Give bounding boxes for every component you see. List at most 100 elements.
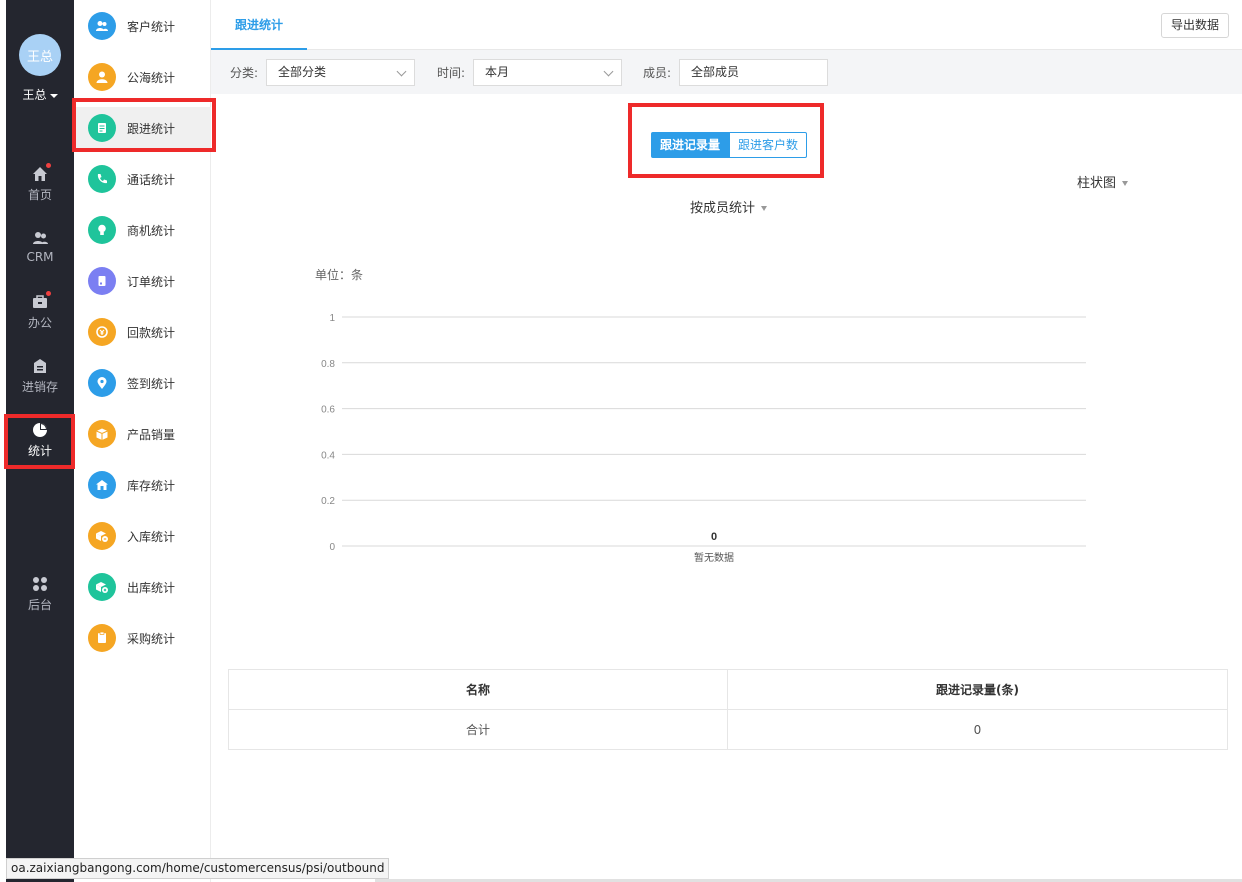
- subnav-item-opportunity[interactable]: 商机统计: [74, 209, 211, 251]
- table-cell-records: 0: [727, 709, 1228, 750]
- subnav-label: 产品销量: [127, 427, 176, 442]
- avatar[interactable]: 王总: [19, 34, 61, 76]
- caret-down-icon: [761, 206, 768, 211]
- warehouse-icon: [32, 358, 48, 374]
- nav-item-crm[interactable]: CRM: [6, 230, 74, 280]
- nav-label: 后台: [27, 598, 52, 612]
- subnav-label: 采购统计: [127, 631, 176, 646]
- table-cell-name: 合计: [228, 709, 728, 750]
- x-category-label: 暂无数据: [694, 551, 734, 564]
- location-icon: [88, 369, 116, 397]
- briefcase-icon: [32, 291, 51, 310]
- chevron-down-icon: [603, 66, 614, 77]
- filter-bar: 分类: 全部分类 时间: 本月 成员: 全部成员: [211, 50, 1242, 94]
- highlight-box: [4, 414, 75, 469]
- statistics-table: 名称 跟进记录量(条) 合计 0: [228, 669, 1228, 750]
- y-tick-label: 0.6: [321, 405, 335, 416]
- member-value: 全部成员: [691, 65, 740, 79]
- lightbulb-icon: [88, 216, 116, 244]
- nav-label: 办公: [27, 316, 52, 330]
- nav-label: 首页: [27, 188, 52, 202]
- caret-down-icon: [49, 93, 58, 98]
- group-by-dropdown[interactable]: 按成员统计: [690, 197, 768, 216]
- y-tick-label: 0.8: [321, 359, 335, 370]
- highlight-box: [628, 103, 824, 178]
- subnav-item-payments[interactable]: 回款统计: [74, 311, 211, 353]
- unit-label: 单位：条: [315, 267, 363, 282]
- nav-item-office[interactable]: 办公: [6, 291, 74, 344]
- followup-bar-chart: 1 0.8 0.6 0.4 0.2 0 0 暂无数据 单位：条: [315, 267, 1086, 564]
- y-tick-label: 0.2: [321, 496, 335, 507]
- table-header-row: 名称 跟进记录量(条): [228, 669, 1228, 710]
- phone-icon: [88, 165, 116, 193]
- time-select[interactable]: 本月: [473, 59, 622, 86]
- subnav-label: 签到统计: [127, 376, 176, 391]
- tab-bar: 跟进统计 导出数据: [211, 0, 1242, 50]
- avatar-text: 王总: [26, 49, 53, 65]
- column-header-records: 跟进记录量(条): [727, 669, 1228, 710]
- y-tick-label: 0.4: [321, 450, 335, 461]
- y-tick-label: 1: [329, 313, 335, 324]
- subnav-label: 商机统计: [127, 223, 176, 238]
- grid-icon: [32, 576, 48, 592]
- customer-icon: [88, 12, 116, 40]
- group-by-label: 按成员统计: [690, 201, 756, 216]
- subnav-item-checkin[interactable]: 签到统计: [74, 362, 211, 404]
- subnav-label: 库存统计: [127, 478, 176, 493]
- export-data-button[interactable]: 导出数据: [1161, 13, 1229, 38]
- member-select[interactable]: 全部成员: [679, 59, 828, 86]
- y-tick-label: 0: [329, 542, 335, 553]
- chevron-down-icon: [396, 66, 407, 77]
- status-url: oa.zaixiangbangong.com/home/customercens…: [6, 858, 390, 879]
- table-row: 合计 0: [228, 709, 1228, 750]
- highlight-box: [72, 98, 216, 152]
- users-icon: [32, 230, 48, 246]
- stock-icon: [88, 471, 116, 499]
- bar-value-label: 0: [711, 531, 717, 543]
- subnav-item-outbound[interactable]: 出库统计: [74, 566, 211, 608]
- category-value: 全部分类: [278, 65, 327, 79]
- outbound-icon: [88, 573, 116, 601]
- notification-dot: [46, 291, 51, 296]
- time-label: 时间:: [437, 66, 466, 80]
- nav-item-inventory[interactable]: 进销存: [6, 358, 74, 408]
- subnav-label: 回款统计: [127, 325, 176, 340]
- subnav-label: 出库统计: [127, 580, 176, 595]
- subnav-item-customer[interactable]: 客户统计: [74, 5, 211, 47]
- member-label: 成员:: [643, 66, 672, 80]
- user-name: 王总: [22, 88, 47, 102]
- box-icon: [88, 420, 116, 448]
- subnav-label: 入库统计: [127, 529, 176, 544]
- subnav-label: 通话统计: [127, 172, 176, 187]
- subnav-item-inbound[interactable]: 入库统计: [74, 515, 211, 557]
- subnav-item-public-pool[interactable]: 公海统计: [74, 56, 211, 98]
- subnav-label: 客户统计: [127, 19, 176, 34]
- subnav-item-purchase[interactable]: 采购统计: [74, 617, 211, 659]
- subnav-label: 订单统计: [127, 274, 176, 289]
- payment-icon: [88, 318, 116, 346]
- subnav-label: 公海统计: [127, 70, 176, 85]
- nav-label: 进销存: [21, 380, 58, 394]
- purchase-icon: [88, 624, 116, 652]
- category-select[interactable]: 全部分类: [266, 59, 415, 86]
- person-icon: [88, 63, 116, 91]
- nav-item-home[interactable]: 首页: [6, 163, 74, 216]
- subnav-item-orders[interactable]: 订单统计: [74, 260, 211, 302]
- nav-item-admin[interactable]: 后台: [6, 576, 74, 626]
- home-icon: [32, 163, 51, 182]
- category-label: 分类:: [230, 66, 259, 80]
- order-icon: [88, 267, 116, 295]
- chart-type-label: 柱状图: [1077, 176, 1117, 191]
- inbound-icon: [88, 522, 116, 550]
- notification-dot: [46, 163, 51, 168]
- tab-followup-statistics[interactable]: 跟进统计: [211, 0, 307, 50]
- user-menu[interactable]: 王总: [6, 86, 74, 103]
- time-value: 本月: [485, 65, 510, 79]
- nav-label: CRM: [26, 250, 54, 264]
- caret-down-icon: [1122, 181, 1129, 186]
- column-header-name: 名称: [228, 669, 728, 710]
- subnav-item-stock[interactable]: 库存统计: [74, 464, 211, 506]
- subnav-item-calls[interactable]: 通话统计: [74, 158, 211, 200]
- subnav-item-product-sales[interactable]: 产品销量: [74, 413, 211, 455]
- chart-type-dropdown[interactable]: 柱状图: [1077, 172, 1129, 191]
